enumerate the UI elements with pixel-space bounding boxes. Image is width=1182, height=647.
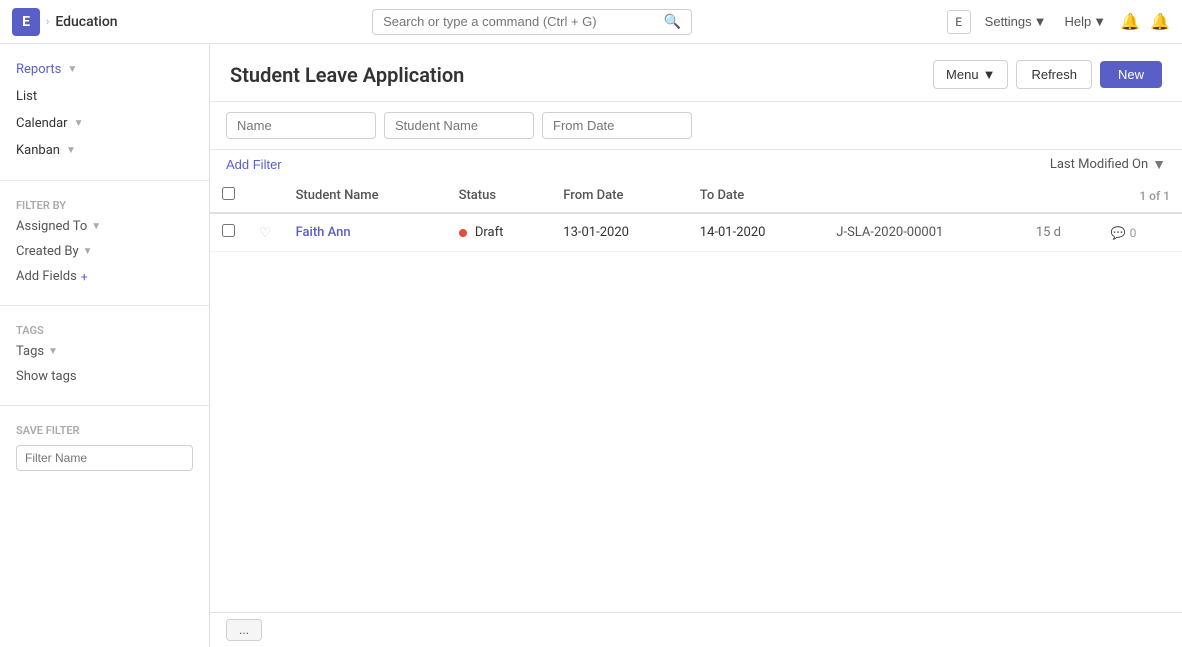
sidebar-item-kanban[interactable]: Kanban ▼ <box>0 137 209 164</box>
sidebar-item-reports[interactable]: Reports ▼ <box>0 56 209 83</box>
reports-chevron-icon: ▼ <box>67 64 77 75</box>
duration-col-header <box>1024 179 1099 213</box>
sidebar-item-reports-label: Reports <box>16 62 61 77</box>
heart-icon[interactable]: ♡ <box>259 225 272 241</box>
filter-actions-bar: Add Filter Last Modified On ▼ <box>210 150 1182 179</box>
assigned-to-filter[interactable]: Assigned To ▼ <box>0 214 209 239</box>
select-all-checkbox[interactable] <box>222 187 235 200</box>
comment-count: 0 <box>1130 226 1137 240</box>
from-date-col-header[interactable]: From Date <box>551 179 688 213</box>
sidebar-item-calendar-label: Calendar <box>16 116 68 131</box>
add-fields-plus-icon: + <box>81 270 88 284</box>
table-body: ♡ Faith Ann Draft 13-01-2020 14-01-2020 … <box>210 213 1182 252</box>
calendar-chevron-icon: ▼ <box>74 118 84 129</box>
navbar-right: E Settings ▼ Help ▼ 🔔 🔔 <box>947 10 1170 34</box>
app-name: Education <box>55 14 117 30</box>
breadcrumb-separator: › <box>46 15 49 28</box>
save-filter-label: SAVE FILTER <box>0 416 209 439</box>
app-icon[interactable]: E <box>12 8 40 36</box>
tags-section-label: TAGS <box>0 316 209 339</box>
table-container: Student Name Status From Date To Date 1 … <box>210 179 1182 612</box>
refresh-button[interactable]: Refresh <box>1016 60 1092 89</box>
doc-id-col-header <box>824 179 1024 213</box>
count-header: 1 of 1 <box>1099 179 1182 213</box>
main-container: Reports ▼ List Calendar ▼ Kanban ▼ FILTE… <box>0 44 1182 647</box>
row-checkbox[interactable] <box>222 224 235 237</box>
heart-col-header <box>247 179 284 213</box>
status-dot <box>459 229 467 237</box>
bottom-action-button[interactable]: ... <box>226 619 262 641</box>
row-checkbox-cell[interactable] <box>210 213 247 252</box>
records-table: Student Name Status From Date To Date 1 … <box>210 179 1182 252</box>
tags-chevron-icon: ▼ <box>48 346 58 357</box>
new-button[interactable]: New <box>1100 61 1162 88</box>
add-fields-button[interactable]: Add Fields + <box>0 264 209 289</box>
row-doc-id[interactable]: J-SLA-2020-00001 <box>824 213 1024 252</box>
content-area: Student Leave Application Menu ▼ Refresh… <box>210 44 1182 647</box>
sidebar: Reports ▼ List Calendar ▼ Kanban ▼ FILTE… <box>0 44 210 647</box>
filter-bar <box>210 102 1182 150</box>
table-row: ♡ Faith Ann Draft 13-01-2020 14-01-2020 … <box>210 213 1182 252</box>
student-name-col-header[interactable]: Student Name <box>284 179 447 213</box>
row-to-date: 14-01-2020 <box>688 213 825 252</box>
comment-icon: 💬 <box>1111 226 1126 240</box>
assigned-to-chevron-icon: ▼ <box>91 221 101 232</box>
last-modified-sort[interactable]: Last Modified On ▼ <box>1050 156 1166 173</box>
select-all-header[interactable] <box>210 179 247 213</box>
show-tags-button[interactable]: Show tags <box>0 364 209 389</box>
row-heart-cell[interactable]: ♡ <box>247 213 284 252</box>
help-button[interactable]: Help ▼ <box>1061 12 1111 31</box>
sidebar-item-list-label: List <box>16 89 37 104</box>
row-student-name[interactable]: Faith Ann <box>284 213 447 252</box>
notification-icon[interactable]: 🔔 <box>1150 12 1170 31</box>
search-icon: 🔍 <box>664 14 681 30</box>
name-filter-input[interactable] <box>226 112 376 139</box>
navbar-search-area: 🔍 <box>126 9 939 35</box>
search-input[interactable] <box>383 14 658 29</box>
sidebar-item-kanban-label: Kanban <box>16 143 60 158</box>
created-by-filter[interactable]: Created By ▼ <box>0 239 209 264</box>
navbar-brand: E › Education <box>12 8 118 36</box>
tags-filter[interactable]: Tags ▼ <box>0 339 209 364</box>
menu-button[interactable]: Menu ▼ <box>933 60 1008 89</box>
header-actions: Menu ▼ Refresh New <box>933 60 1162 89</box>
from-date-filter-input[interactable] <box>542 112 692 139</box>
created-by-chevron-icon: ▼ <box>83 246 93 257</box>
sort-direction-icon: ▼ <box>1152 156 1166 173</box>
row-comments: 💬 0 <box>1099 213 1182 252</box>
settings-chevron-icon: ▼ <box>1034 14 1047 29</box>
sidebar-item-calendar[interactable]: Calendar ▼ <box>0 110 209 137</box>
add-filter-button[interactable]: Add Filter <box>226 157 282 172</box>
bottom-bar: ... <box>210 612 1182 647</box>
kanban-chevron-icon: ▼ <box>66 145 76 156</box>
search-box[interactable]: 🔍 <box>372 9 692 35</box>
sidebar-item-list[interactable]: List <box>0 83 209 110</box>
student-name-filter-input[interactable] <box>384 112 534 139</box>
help-chevron-icon: ▼ <box>1093 14 1106 29</box>
page-header: Student Leave Application Menu ▼ Refresh… <box>210 44 1182 102</box>
announcement-icon[interactable]: 🔔 <box>1120 12 1140 31</box>
navbar: E › Education 🔍 E Settings ▼ Help ▼ 🔔 🔔 <box>0 0 1182 44</box>
status-col-header[interactable]: Status <box>447 179 552 213</box>
row-duration: 15 d <box>1024 213 1099 252</box>
table-header-row: Student Name Status From Date To Date 1 … <box>210 179 1182 213</box>
to-date-col-header[interactable]: To Date <box>688 179 825 213</box>
filter-by-section: FILTER BY <box>0 191 209 214</box>
menu-chevron-icon: ▼ <box>983 67 996 82</box>
page-title: Student Leave Application <box>230 63 464 87</box>
settings-button[interactable]: Settings ▼ <box>981 12 1051 31</box>
user-icon-e: E <box>947 10 971 34</box>
filter-name-input[interactable] <box>16 445 193 471</box>
row-from-date: 13-01-2020 <box>551 213 688 252</box>
row-status: Draft <box>447 213 552 252</box>
status-label: Draft <box>475 225 504 240</box>
